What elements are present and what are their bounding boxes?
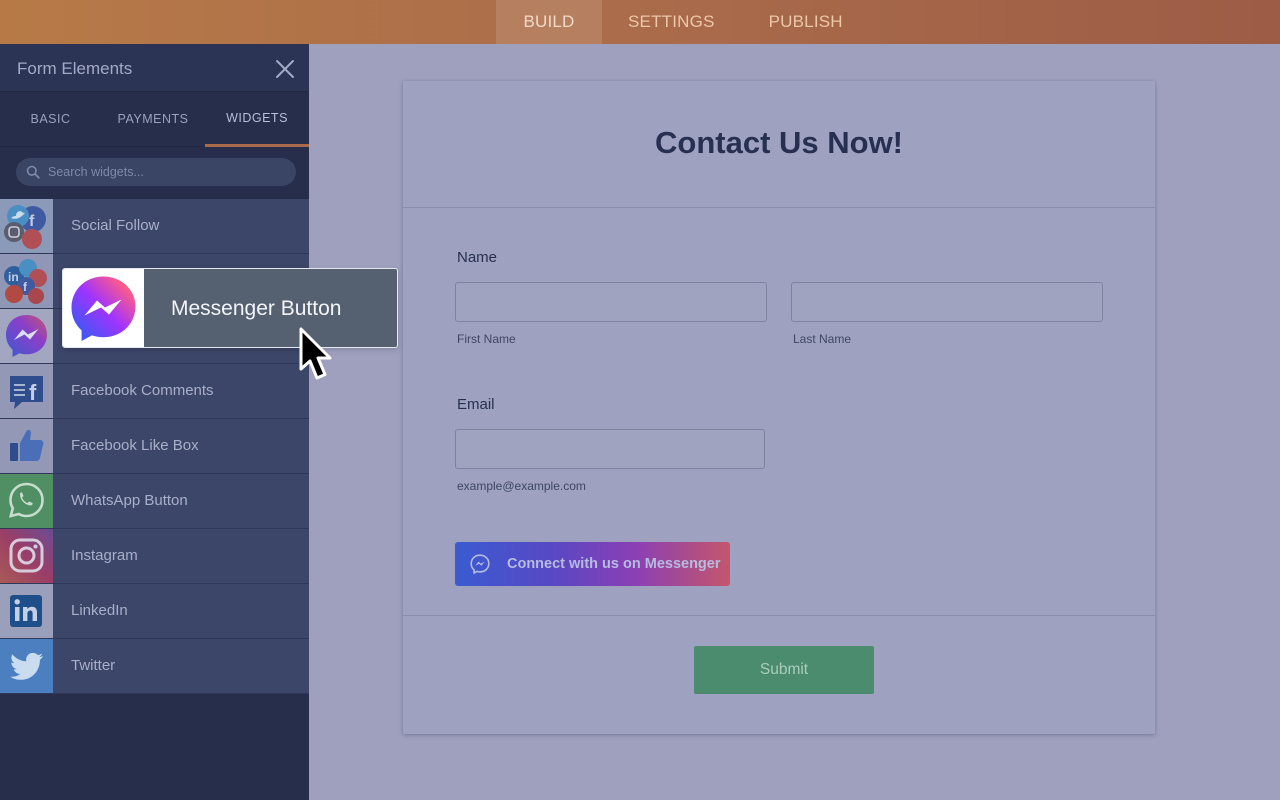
instagram-icon — [0, 529, 53, 583]
social-share-icon: in f — [0, 254, 53, 308]
close-icon[interactable] — [274, 58, 296, 80]
widget-twitter[interactable]: Twitter — [0, 639, 309, 694]
mouse-pointer-icon — [299, 327, 332, 380]
widget-whatsapp-button[interactable]: WhatsApp Button — [0, 474, 309, 529]
form-title[interactable]: Contact Us Now! — [403, 125, 1155, 161]
whatsapp-icon — [0, 474, 53, 528]
search-icon — [26, 165, 40, 179]
tab-build[interactable]: BUILD — [496, 0, 602, 44]
email-sublabel: example@example.com — [457, 479, 586, 493]
form-elements-panel: Form Elements BASIC PAYMENTS WIDGETS f — [0, 44, 309, 800]
messenger-icon — [71, 276, 136, 341]
widget-instagram[interactable]: Instagram — [0, 529, 309, 584]
last-name-sublabel: Last Name — [793, 332, 852, 346]
facebook-like-icon — [0, 419, 53, 473]
widget-facebook-like-box[interactable]: Facebook Like Box — [0, 419, 309, 474]
top-bar: BUILD SETTINGS PUBLISH — [0, 0, 1280, 44]
name-label: Name — [457, 249, 498, 266]
twitter-icon — [0, 639, 53, 693]
submit-button[interactable]: Submit — [694, 646, 874, 694]
tab-widgets[interactable]: WIDGETS — [205, 92, 309, 147]
messenger-icon — [470, 554, 490, 574]
svg-text:f: f — [29, 380, 37, 405]
messenger-button-label: Connect with us on Messenger — [507, 556, 721, 572]
tab-settings[interactable]: SETTINGS — [602, 0, 742, 44]
social-follow-icon: f — [0, 199, 53, 253]
search-input[interactable] — [48, 158, 288, 186]
tab-payments[interactable]: PAYMENTS — [101, 92, 205, 147]
tab-basic[interactable]: BASIC — [0, 92, 101, 147]
email-label: Email — [457, 396, 495, 413]
search-area — [0, 147, 309, 200]
dragged-widget-messenger-button[interactable]: Messenger Button — [62, 268, 398, 348]
form-card: Contact Us Now! Name First Name Last Nam… — [403, 81, 1155, 734]
ghost-icon-box — [63, 269, 144, 347]
footer-divider — [403, 615, 1155, 616]
first-name-sublabel: First Name — [457, 332, 516, 346]
last-name-field[interactable] — [791, 282, 1103, 322]
linkedin-icon — [0, 584, 53, 638]
panel-header: Form Elements — [0, 44, 309, 92]
panel-tabs: BASIC PAYMENTS WIDGETS — [0, 92, 309, 147]
widget-label: LinkedIn — [71, 602, 128, 619]
panel-title: Form Elements — [17, 59, 133, 78]
widget-label: Twitter — [71, 657, 116, 674]
top-nav: BUILD SETTINGS PUBLISH — [496, 0, 870, 44]
email-field[interactable] — [455, 429, 765, 469]
widget-linkedin[interactable]: LinkedIn — [0, 584, 309, 639]
widget-label: WhatsApp Button — [71, 492, 188, 509]
widget-social-follow[interactable]: f Social Follow — [0, 199, 309, 254]
header-divider — [403, 207, 1155, 208]
widget-label: Instagram — [71, 547, 138, 564]
widget-label: Social Follow — [71, 217, 160, 234]
widget-label: Facebook Comments — [71, 382, 214, 399]
svg-text:f: f — [29, 213, 35, 230]
tab-publish[interactable]: PUBLISH — [742, 0, 870, 44]
widget-label: Facebook Like Box — [71, 437, 199, 454]
widget-facebook-comments[interactable]: f Facebook Comments — [0, 364, 309, 419]
svg-text:in: in — [8, 270, 19, 284]
messenger-icon — [0, 309, 53, 363]
first-name-field[interactable] — [455, 282, 767, 322]
messenger-connect-button[interactable]: Connect with us on Messenger — [455, 542, 730, 586]
facebook-comments-icon: f — [0, 364, 53, 418]
